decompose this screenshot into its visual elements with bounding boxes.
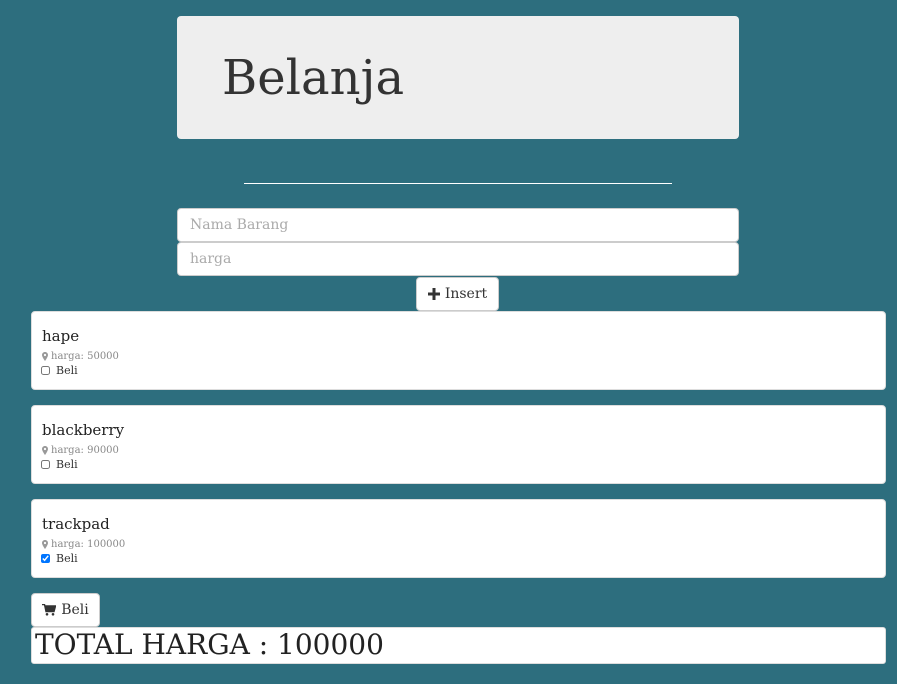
total-price-panel: TOTAL HARGA : 100000 bbox=[31, 627, 886, 664]
item-price: harga: 100000 bbox=[42, 539, 125, 550]
map-marker-icon bbox=[42, 540, 48, 549]
map-marker-icon bbox=[42, 446, 48, 455]
plus-icon bbox=[427, 288, 440, 300]
page-title: Belanja bbox=[222, 50, 405, 106]
item-name-input[interactable] bbox=[177, 208, 739, 242]
item-name: trackpad bbox=[42, 515, 110, 533]
checkout-button-label: Beli bbox=[61, 602, 89, 618]
list-item: trackpad harga: 100000 Beli bbox=[31, 499, 886, 578]
item-price-text: harga: 100000 bbox=[51, 539, 126, 550]
insert-button[interactable]: Insert bbox=[416, 277, 499, 311]
divider bbox=[244, 183, 672, 184]
buy-label: Beli bbox=[56, 458, 78, 471]
item-name: blackberry bbox=[42, 421, 125, 439]
buy-checkbox-row[interactable]: Beli bbox=[41, 458, 78, 471]
item-price-input[interactable] bbox=[177, 242, 739, 276]
buy-label: Beli bbox=[56, 364, 78, 377]
item-price: harga: 90000 bbox=[42, 445, 119, 456]
buy-label: Beli bbox=[56, 552, 78, 565]
map-marker-icon bbox=[42, 352, 48, 361]
item-name: hape bbox=[42, 327, 80, 345]
item-price: harga: 50000 bbox=[42, 351, 119, 362]
buy-checkbox-row[interactable]: Beli bbox=[41, 552, 78, 565]
item-price-text: harga: 50000 bbox=[51, 351, 119, 362]
buy-checkbox[interactable] bbox=[41, 460, 50, 469]
total-label: TOTAL HARGA : bbox=[35, 628, 278, 661]
total-value: 100000 bbox=[277, 628, 384, 661]
item-price-text: harga: 90000 bbox=[51, 445, 119, 456]
shopping-cart-icon bbox=[42, 604, 57, 616]
list-item: blackberry harga: 90000 Beli bbox=[31, 405, 886, 484]
buy-checkbox-row[interactable]: Beli bbox=[41, 364, 78, 377]
insert-button-label: Insert bbox=[444, 286, 488, 302]
list-item: hape harga: 50000 Beli bbox=[31, 311, 886, 390]
buy-checkbox[interactable] bbox=[41, 366, 50, 375]
buy-checkbox[interactable] bbox=[41, 554, 50, 563]
checkout-button[interactable]: Beli bbox=[31, 593, 100, 627]
header-jumbotron: Belanja bbox=[177, 16, 739, 139]
